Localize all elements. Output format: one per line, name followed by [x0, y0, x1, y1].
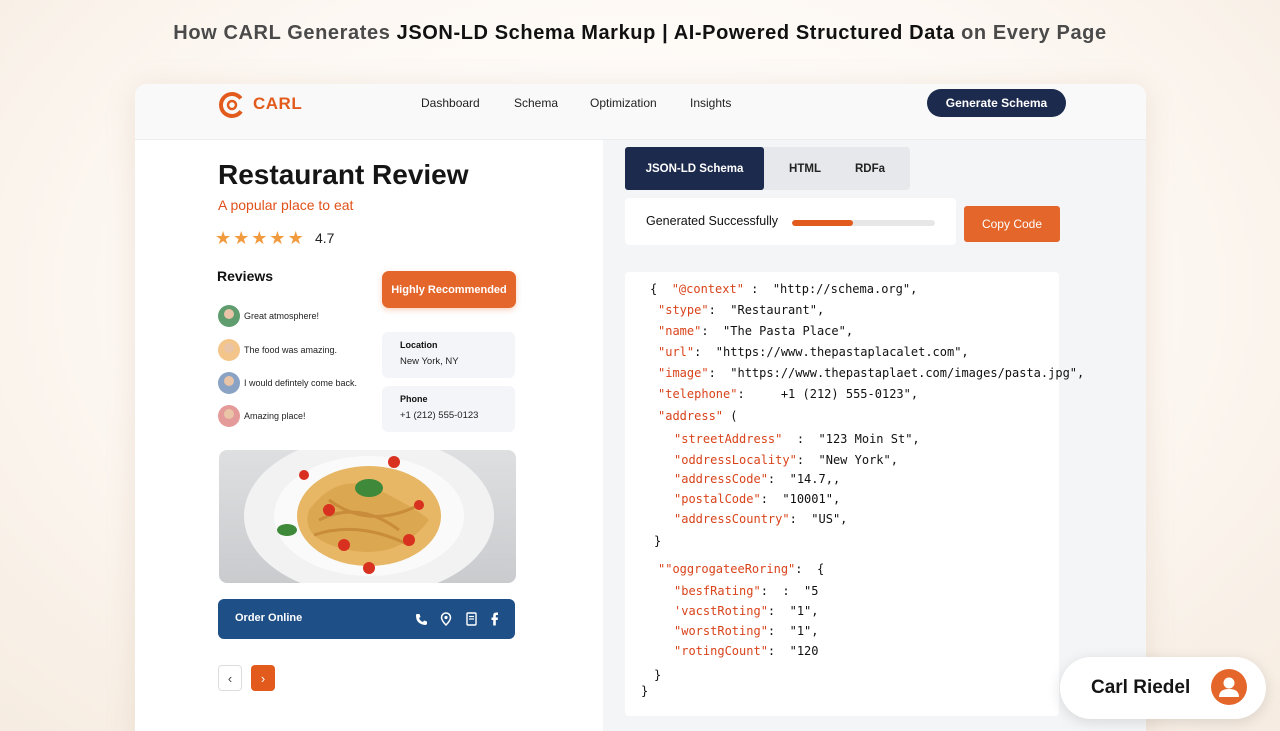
code-line: "telephone": +1 (212) 555-0123", [658, 387, 919, 401]
code-line: "address" ( [658, 409, 738, 423]
code-line: "url": "https://www.thepastaplacalet.com… [658, 345, 969, 359]
code-line: 'vacstRoting": "1", [674, 604, 819, 618]
logo-text[interactable]: CARL [253, 94, 302, 114]
phone-card: Phone +1 (212) 555-0123 [382, 386, 515, 432]
review-text: Amazing place! [244, 411, 306, 421]
top-navbar: CARL Dashboard Schema Optimization Insig… [135, 84, 1146, 140]
menu-icon-graphic [465, 612, 477, 626]
nav-insights[interactable]: Insights [690, 96, 731, 110]
star-icon: ★ [233, 228, 250, 248]
user-silhouette-icon [1219, 677, 1239, 697]
nav-schema[interactable]: Schema [514, 96, 558, 110]
code-line: "rotingCount": "120 [674, 644, 819, 658]
code-line: "postalCode": "10001", [674, 492, 841, 506]
phone-icon-graphic [415, 613, 427, 625]
phone-icon[interactable] [413, 611, 429, 627]
map-pin-icon-graphic [440, 612, 452, 626]
restaurant-subtitle: A popular place to eat [218, 197, 354, 213]
progress-fill [792, 220, 854, 226]
code-line: "stype": "Restaurant", [658, 303, 825, 317]
code-line: "streetAddress" : "123 Moin St", [674, 432, 920, 446]
code-line: "image": "https://www.thepastaplaet.com/… [658, 366, 1085, 380]
order-online-bar[interactable]: Order Online [218, 599, 515, 639]
highly-recommended-badge[interactable]: Highly Recommended [382, 271, 516, 308]
map-pin-icon[interactable] [438, 611, 454, 627]
code-line: { "@context" : "http://schema.org", [650, 282, 918, 296]
pasta-dish-image [219, 450, 516, 583]
reviews-heading: Reviews [217, 268, 274, 284]
chevron-left-icon: ‹ [227, 670, 233, 686]
code-line: "oddressLocality": "New York", [674, 453, 898, 467]
schema-output-panel: JSON-LD Schema HTML RDFa Generated Succe… [603, 140, 1146, 731]
page-title-part-3: on Every Page [954, 22, 1107, 44]
restaurant-preview-panel: Restaurant Review A popular place to eat… [135, 140, 603, 731]
nav-dashboard[interactable]: Dashboard [421, 96, 480, 110]
pasta-dish-illustration [244, 450, 494, 583]
code-line: "worstRoting": "1", [674, 624, 819, 638]
code-line: "addressCountry": "US", [674, 512, 848, 526]
next-page-button[interactable]: › [251, 665, 275, 691]
chevron-right-icon: › [260, 670, 266, 686]
menu-icon[interactable] [463, 611, 479, 627]
code-line: "addressCode": "14.7,, [674, 472, 841, 486]
page-title: How CARL Generates JSON-LD Schema Markup… [0, 22, 1280, 45]
star-icon: ★ [269, 228, 286, 248]
review-text: Great atmosphere! [244, 311, 320, 321]
app-window: CARL Dashboard Schema Optimization Insig… [135, 84, 1146, 731]
phone-value: +1 (212) 555-0123 [400, 410, 479, 421]
review-text: The food was amazing. [244, 345, 338, 355]
location-card: Location New York, NY [382, 332, 515, 378]
generation-status-card: Generated Successfully [625, 198, 956, 245]
review-item: I would defintely come back. [218, 371, 357, 395]
review-text: I would defintely come back. [244, 378, 358, 388]
generate-schema-button[interactable]: Generate Schema [927, 89, 1066, 117]
order-online-label: Order Online [235, 612, 303, 624]
code-line: } [654, 668, 662, 682]
review-item: Great atmosphere! [218, 304, 319, 328]
nav-optimization[interactable]: Optimization [590, 96, 657, 110]
code-viewer[interactable]: { "@context" : "http://schema.org", "styp… [625, 272, 1084, 716]
user-name: Carl Riedel [1091, 677, 1191, 698]
star-icon: ★ [287, 228, 304, 248]
tab-json-ld[interactable]: JSON-LD Schema [625, 147, 764, 190]
progress-bar [792, 220, 935, 226]
star-rating: ★ ★ ★ ★ ★ [215, 228, 304, 248]
copy-code-button[interactable]: Copy Code [964, 206, 1060, 242]
code-line: "besfRating": : "5 [674, 584, 819, 598]
review-item: Amazing place! [218, 404, 306, 428]
tab-rdfa[interactable]: RDFa [840, 147, 900, 190]
facebook-icon[interactable] [486, 611, 502, 627]
status-text: Generated Successfully [646, 214, 779, 228]
format-tabs: JSON-LD Schema HTML RDFa [625, 147, 910, 190]
previous-page-button[interactable]: ‹ [218, 665, 242, 691]
code-line: ""oggrogateeRoring": { [658, 562, 825, 576]
star-icon: ★ [215, 228, 232, 248]
review-item: The food was amazing. [218, 338, 337, 362]
location-value: New York, NY [400, 356, 459, 367]
page-title-part-2: JSON-LD Schema Markup | AI-Powered Struc… [396, 22, 955, 44]
star-icon: ★ [251, 228, 268, 248]
facebook-icon-graphic [491, 612, 498, 626]
user-badge[interactable]: Carl Riedel [1060, 657, 1266, 719]
carl-logo-icon[interactable] [217, 90, 247, 120]
tab-html[interactable]: HTML [775, 147, 835, 190]
user-avatar-icon [1211, 669, 1247, 705]
avatar [218, 305, 240, 327]
location-label: Location [400, 340, 438, 350]
code-line: } [654, 534, 662, 548]
phone-label: Phone [400, 394, 428, 404]
code-line: "name": "The Pasta Place", [658, 324, 854, 338]
avatar [218, 405, 240, 427]
restaurant-title: Restaurant Review [218, 159, 469, 190]
avatar [218, 339, 240, 361]
page-title-part-1: How CARL Generates [173, 22, 397, 44]
code-line: } [641, 684, 649, 698]
rating-value: 4.7 [315, 230, 335, 246]
avatar [218, 372, 240, 394]
